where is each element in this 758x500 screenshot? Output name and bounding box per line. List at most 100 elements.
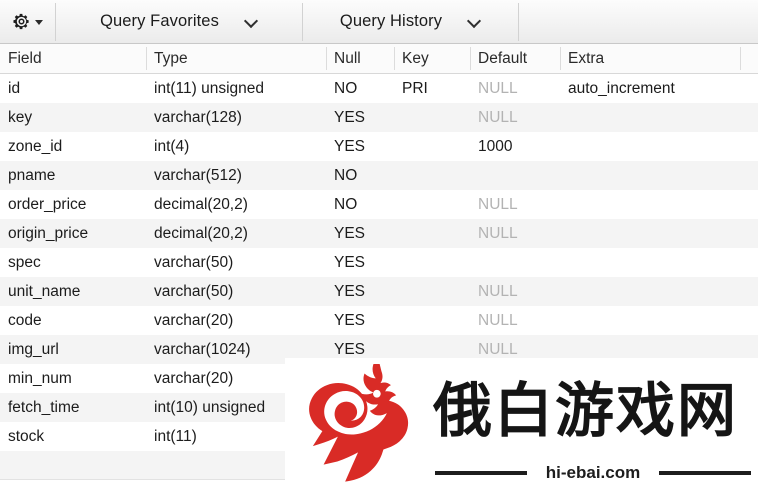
table-bottom-divider bbox=[0, 479, 758, 480]
column-header-field[interactable]: Field bbox=[0, 44, 146, 74]
column-header-null[interactable]: Null bbox=[326, 44, 394, 74]
cell-type: varchar(50) bbox=[154, 254, 234, 271]
cell-key bbox=[394, 422, 470, 451]
chevron-down-icon bbox=[468, 15, 481, 28]
cell-default: NULL bbox=[478, 80, 518, 97]
cell-default: NULL bbox=[478, 196, 518, 213]
cell-key bbox=[394, 219, 470, 248]
cell-type: decimal(20,2) bbox=[154, 196, 248, 213]
cell-default bbox=[470, 393, 560, 422]
table-row[interactable]: unit_name varchar(50) YES NULL bbox=[0, 277, 758, 306]
cell-key bbox=[394, 132, 470, 161]
cell-type: varchar(20) bbox=[154, 312, 234, 329]
cell-null bbox=[326, 451, 394, 480]
column-header-default[interactable]: Default bbox=[470, 44, 560, 74]
cell-key bbox=[394, 277, 470, 306]
cell-key bbox=[394, 190, 470, 219]
cell-type: varchar(512) bbox=[154, 167, 242, 184]
cell-type: varchar(128) bbox=[154, 109, 242, 126]
column-header-key[interactable]: Key bbox=[394, 44, 470, 74]
cell-default bbox=[470, 422, 560, 451]
cell-type: int(11) bbox=[154, 428, 197, 445]
cell-key bbox=[394, 393, 470, 422]
cell-field: min_num bbox=[8, 370, 72, 387]
cell-type: varchar(20) bbox=[154, 370, 234, 387]
cell-type: int(11) unsigned bbox=[154, 80, 265, 97]
column-resize-handle-5[interactable] bbox=[560, 47, 561, 70]
cell-type bbox=[146, 451, 326, 480]
column-header-type[interactable]: Type bbox=[146, 44, 326, 74]
cell-field: code bbox=[8, 312, 42, 329]
column-header-extra[interactable]: Extra bbox=[560, 44, 740, 74]
table-row[interactable]: spec varchar(50) YES bbox=[0, 248, 758, 277]
cell-null: NO bbox=[334, 80, 358, 97]
cell-field bbox=[0, 451, 146, 480]
query-history-menu[interactable]: Query History bbox=[303, 0, 518, 43]
cell-null bbox=[326, 364, 394, 393]
cell-default bbox=[470, 451, 560, 480]
cell-extra bbox=[560, 161, 740, 190]
cell-default bbox=[470, 248, 560, 277]
query-favorites-label: Query Favorites bbox=[100, 12, 219, 30]
table-row[interactable]: stock int(11) bbox=[0, 422, 758, 451]
cell-field: fetch_time bbox=[8, 399, 80, 416]
query-history-label: Query History bbox=[339, 12, 443, 30]
gear-icon bbox=[13, 13, 29, 30]
cell-default: NULL bbox=[478, 341, 518, 358]
cell-null: YES bbox=[334, 254, 366, 271]
cell-extra: auto_increment bbox=[568, 80, 675, 97]
column-resize-handle-6[interactable] bbox=[740, 47, 741, 70]
table-row[interactable]: order_price decimal(20,2) NO NULL bbox=[0, 190, 758, 219]
table-row[interactable]: origin_price decimal(20,2) YES NULL bbox=[0, 219, 758, 248]
table-row[interactable]: code varchar(20) YES NULL bbox=[0, 306, 758, 335]
column-resize-handle-3[interactable] bbox=[394, 47, 395, 70]
cell-extra bbox=[560, 132, 740, 161]
table-row[interactable]: id int(11) unsigned NO PRI NULL auto_incremen… bbox=[0, 74, 758, 103]
table-row[interactable]: img_url varchar(1024) YES NULL bbox=[0, 335, 758, 364]
cell-field: origin_price bbox=[8, 225, 89, 242]
cell-field: key bbox=[8, 109, 33, 126]
cell-extra bbox=[560, 364, 740, 393]
toolbar: Query Favorites Query History bbox=[0, 0, 758, 44]
cell-null: YES bbox=[334, 341, 366, 358]
table-row[interactable]: pname varchar(512) NO bbox=[0, 161, 758, 190]
cell-key bbox=[394, 103, 470, 132]
cell-field: order_price bbox=[8, 196, 87, 213]
cell-null bbox=[326, 422, 394, 451]
chevron-down-icon bbox=[245, 15, 258, 28]
cell-field: stock bbox=[8, 428, 45, 445]
cell-null: NO bbox=[334, 196, 358, 213]
cell-key bbox=[394, 306, 470, 335]
cell-extra bbox=[560, 219, 740, 248]
cell-extra bbox=[560, 277, 740, 306]
cell-default: NULL bbox=[478, 109, 518, 126]
cell-field: spec bbox=[8, 254, 41, 271]
cell-key: PRI bbox=[402, 80, 428, 97]
cell-extra bbox=[560, 248, 740, 277]
table-row[interactable]: zone_id int(4) YES 1000 bbox=[0, 132, 758, 161]
cell-null: YES bbox=[334, 138, 366, 155]
table-row[interactable]: fetch_time int(10) unsigned bbox=[0, 393, 758, 422]
cell-type: varchar(50) bbox=[154, 283, 234, 300]
cell-default: NULL bbox=[478, 312, 518, 329]
settings-menu-button[interactable] bbox=[0, 0, 55, 43]
cell-null bbox=[326, 393, 394, 422]
structure-table: Field Type Null Key Default Extra id int(… bbox=[0, 44, 758, 480]
cell-default bbox=[470, 364, 560, 393]
column-resize-handle-4[interactable] bbox=[470, 47, 471, 70]
table-header-row: Field Type Null Key Default Extra bbox=[0, 44, 758, 74]
caret-down-icon bbox=[35, 20, 43, 25]
cell-key bbox=[394, 248, 470, 277]
cell-key bbox=[394, 451, 470, 480]
column-resize-handle-1[interactable] bbox=[146, 47, 147, 70]
query-favorites-menu[interactable]: Query Favorites bbox=[56, 0, 302, 43]
table-row[interactable]: key varchar(128) YES NULL bbox=[0, 103, 758, 132]
cell-default bbox=[470, 161, 560, 190]
table-body: id int(11) unsigned NO PRI NULL auto_incremen… bbox=[0, 74, 758, 480]
table-row[interactable]: min_num varchar(20) bbox=[0, 364, 758, 393]
cell-extra bbox=[560, 451, 740, 480]
cell-type: decimal(20,2) bbox=[154, 225, 248, 242]
column-resize-handle-2[interactable] bbox=[326, 47, 327, 70]
sql-table-structure-view: Query Favorites Query History Field Type… bbox=[0, 0, 758, 500]
table-row[interactable] bbox=[0, 451, 758, 480]
